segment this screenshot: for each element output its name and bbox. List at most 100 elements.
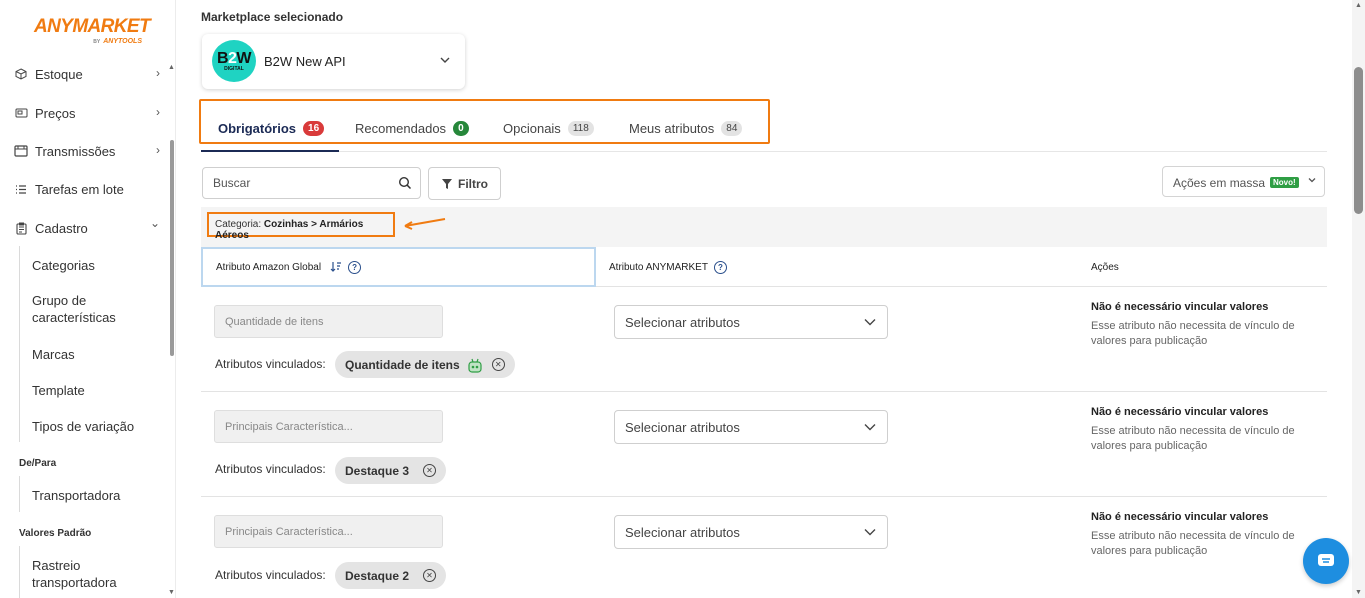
sort-icon[interactable] [330, 261, 342, 273]
table-row: Quantidade de itens Atributos vinculados… [201, 287, 1327, 392]
action-title: Não é necessário vincular valores [1091, 301, 1269, 313]
sidebar-item-cadastro[interactable]: Cadastro ⌄ [14, 216, 164, 240]
tabs-highlight: Obrigatórios 16 Recomendados 0 Opcionais 11… [199, 99, 770, 144]
sidebar-subitem-template[interactable]: Template [32, 382, 162, 399]
sidebar-item-estoque[interactable]: Estoque › [14, 62, 164, 86]
box-icon [14, 67, 28, 81]
sidebar-subitem-categorias[interactable]: Categorias [32, 257, 162, 274]
filter-label: Filtro [458, 176, 488, 191]
remove-chip-icon[interactable]: ✕ [491, 358, 505, 371]
clipboard-icon [14, 221, 28, 235]
help-icon[interactable]: ? [348, 260, 362, 274]
filter-icon [442, 178, 452, 189]
scroll-down-icon[interactable]: ▼ [168, 589, 175, 596]
tab-count-badge: 84 [721, 121, 743, 136]
search-input[interactable] [213, 176, 383, 190]
chat-button[interactable] [1303, 538, 1349, 584]
search-box [202, 167, 421, 199]
linked-attributes-label: Atributos vinculados: [215, 568, 326, 582]
scroll-up-icon[interactable]: ▲ [1355, 2, 1362, 9]
chevron-right-icon: › [156, 66, 160, 80]
linked-attributes-label: Atributos vinculados: [215, 462, 326, 476]
annotation-arrow-icon [404, 218, 446, 230]
app-root: ANYMARKET BY ANYTOOLS Estoque › Preços › … [0, 0, 1365, 598]
submenu-line [19, 546, 20, 598]
column-header-actions: Ações [1091, 261, 1119, 273]
logo-subtext: BY ANYTOOLS [93, 38, 142, 45]
tab-count-badge: 0 [453, 121, 469, 136]
group-label-valores-padrao: Valores Padrão [19, 528, 92, 539]
chevron-down-icon: ⌄ [149, 216, 160, 230]
new-badge: Novo! [1270, 177, 1299, 188]
sidebar-subitem-grupo-caracteristicas[interactable]: Grupo de características [32, 292, 162, 326]
linked-attribute-chip: Destaque 3 ✕ [335, 457, 447, 484]
action-description: Esse atributo não necessita de vínculo d… [1091, 425, 1295, 452]
group-label-depara: De/Para [19, 458, 57, 469]
sidebar-subitem-rastreio-transportadora[interactable]: Rastreio transportadora [32, 557, 162, 591]
search-icon[interactable] [398, 176, 412, 190]
marketplace-selector[interactable]: B2W DIGITAL B2W New API [202, 34, 465, 89]
anymarket-attribute-select[interactable]: Selecionar atributos [614, 305, 888, 339]
sidebar-item-label: Transmissões [35, 143, 116, 159]
submenu-line [19, 246, 20, 442]
anymarket-attribute-select[interactable]: Selecionar atributos [614, 515, 888, 549]
sidebar-item-label: Preços [35, 105, 76, 121]
linked-attribute-chip: Quantidade de itens ✕ [335, 351, 515, 378]
filter-button[interactable]: Filtro [428, 167, 501, 200]
list-icon [14, 182, 28, 196]
remove-chip-icon[interactable]: ✕ [423, 464, 437, 477]
sidebar-item-precos[interactable]: Preços › [14, 101, 164, 125]
sidebar-subitem-tipos-variacao[interactable]: Tipos de variação [32, 418, 162, 435]
tab-opcionais[interactable]: Opcionais 118 [503, 121, 594, 136]
active-tab-indicator [201, 150, 339, 152]
submenu-line [19, 476, 20, 512]
anymarket-attribute-select[interactable]: Selecionar atributos [614, 410, 888, 444]
sidebar: ANYMARKET BY ANYTOOLS Estoque › Preços › … [0, 0, 176, 598]
action-title: Não é necessário vincular valores [1091, 406, 1269, 418]
remove-chip-icon[interactable]: ✕ [423, 569, 437, 582]
linked-attribute-chip: Destaque 2 ✕ [335, 562, 447, 589]
b2w-logo: B2W DIGITAL [212, 40, 256, 82]
help-icon[interactable]: ? [713, 260, 727, 274]
anymarket-logo[interactable]: ANYMARKET BY ANYTOOLS [34, 16, 151, 50]
sidebar-subitem-marcas[interactable]: Marcas [32, 346, 162, 363]
chevron-down-icon [864, 424, 876, 431]
logo-text: ANYMARKET [34, 16, 151, 37]
chevron-down-icon [864, 319, 876, 326]
sidebar-item-label: Tarefas em lote [35, 181, 124, 197]
attribute-field: Quantidade de itens [214, 305, 443, 338]
scrollbar-thumb[interactable] [170, 140, 174, 356]
tab-recomendados[interactable]: Recomendados 0 [355, 121, 469, 136]
column-header-anymarket-attribute: Atributo ANYMARKET ? [609, 247, 727, 287]
sidebar-subitem-transportadora[interactable]: Transportadora [32, 487, 162, 504]
scrollbar-thumb[interactable] [1354, 67, 1363, 214]
robot-icon [466, 356, 484, 374]
attribute-field: Principais Característica... [214, 515, 443, 548]
scroll-down-icon[interactable]: ▼ [1355, 589, 1362, 596]
scroll-up-icon[interactable]: ▲ [168, 64, 175, 71]
action-description: Esse atributo não necessita de vínculo d… [1091, 530, 1295, 557]
sidebar-item-transmissoes[interactable]: Transmissões › [14, 139, 164, 163]
marketplace-label: Marketplace selecionado [201, 10, 344, 24]
column-header-amazon-attribute[interactable]: Atributo Amazon Global ? [201, 247, 596, 287]
chat-icon [1318, 554, 1334, 566]
table-header: Atributo Amazon Global ? Atributo ANYMAR… [201, 247, 1327, 287]
sidebar-item-label: Cadastro [35, 220, 88, 236]
mass-actions-label: Ações em massa [1173, 176, 1266, 190]
action-title: Não é necessário vincular valores [1091, 511, 1269, 523]
price-tag-icon [14, 106, 28, 120]
tab-count-badge: 118 [567, 121, 594, 136]
tab-obrigatorios[interactable]: Obrigatórios 16 [218, 121, 325, 136]
attribute-field: Principais Característica... [214, 410, 443, 443]
sidebar-item-tarefas[interactable]: Tarefas em lote [14, 177, 164, 201]
sidebar-scrollbar[interactable]: ▲ ▼ [168, 58, 176, 598]
chevron-down-icon [1307, 175, 1317, 188]
main-scrollbar[interactable]: ▲ ▼ [1352, 0, 1365, 598]
transmission-icon [14, 144, 28, 158]
mass-actions-dropdown[interactable]: Ações em massa Novo! [1162, 166, 1325, 197]
category-breadcrumb: Categoria: Cozinhas > Armários Aéreos [207, 212, 395, 241]
table-row: Principais Característica... Atributos v… [201, 497, 1327, 598]
sidebar-item-label: Estoque [35, 66, 83, 82]
tab-meus-atributos[interactable]: Meus atributos 84 [629, 121, 743, 136]
chevron-right-icon: › [156, 105, 160, 119]
